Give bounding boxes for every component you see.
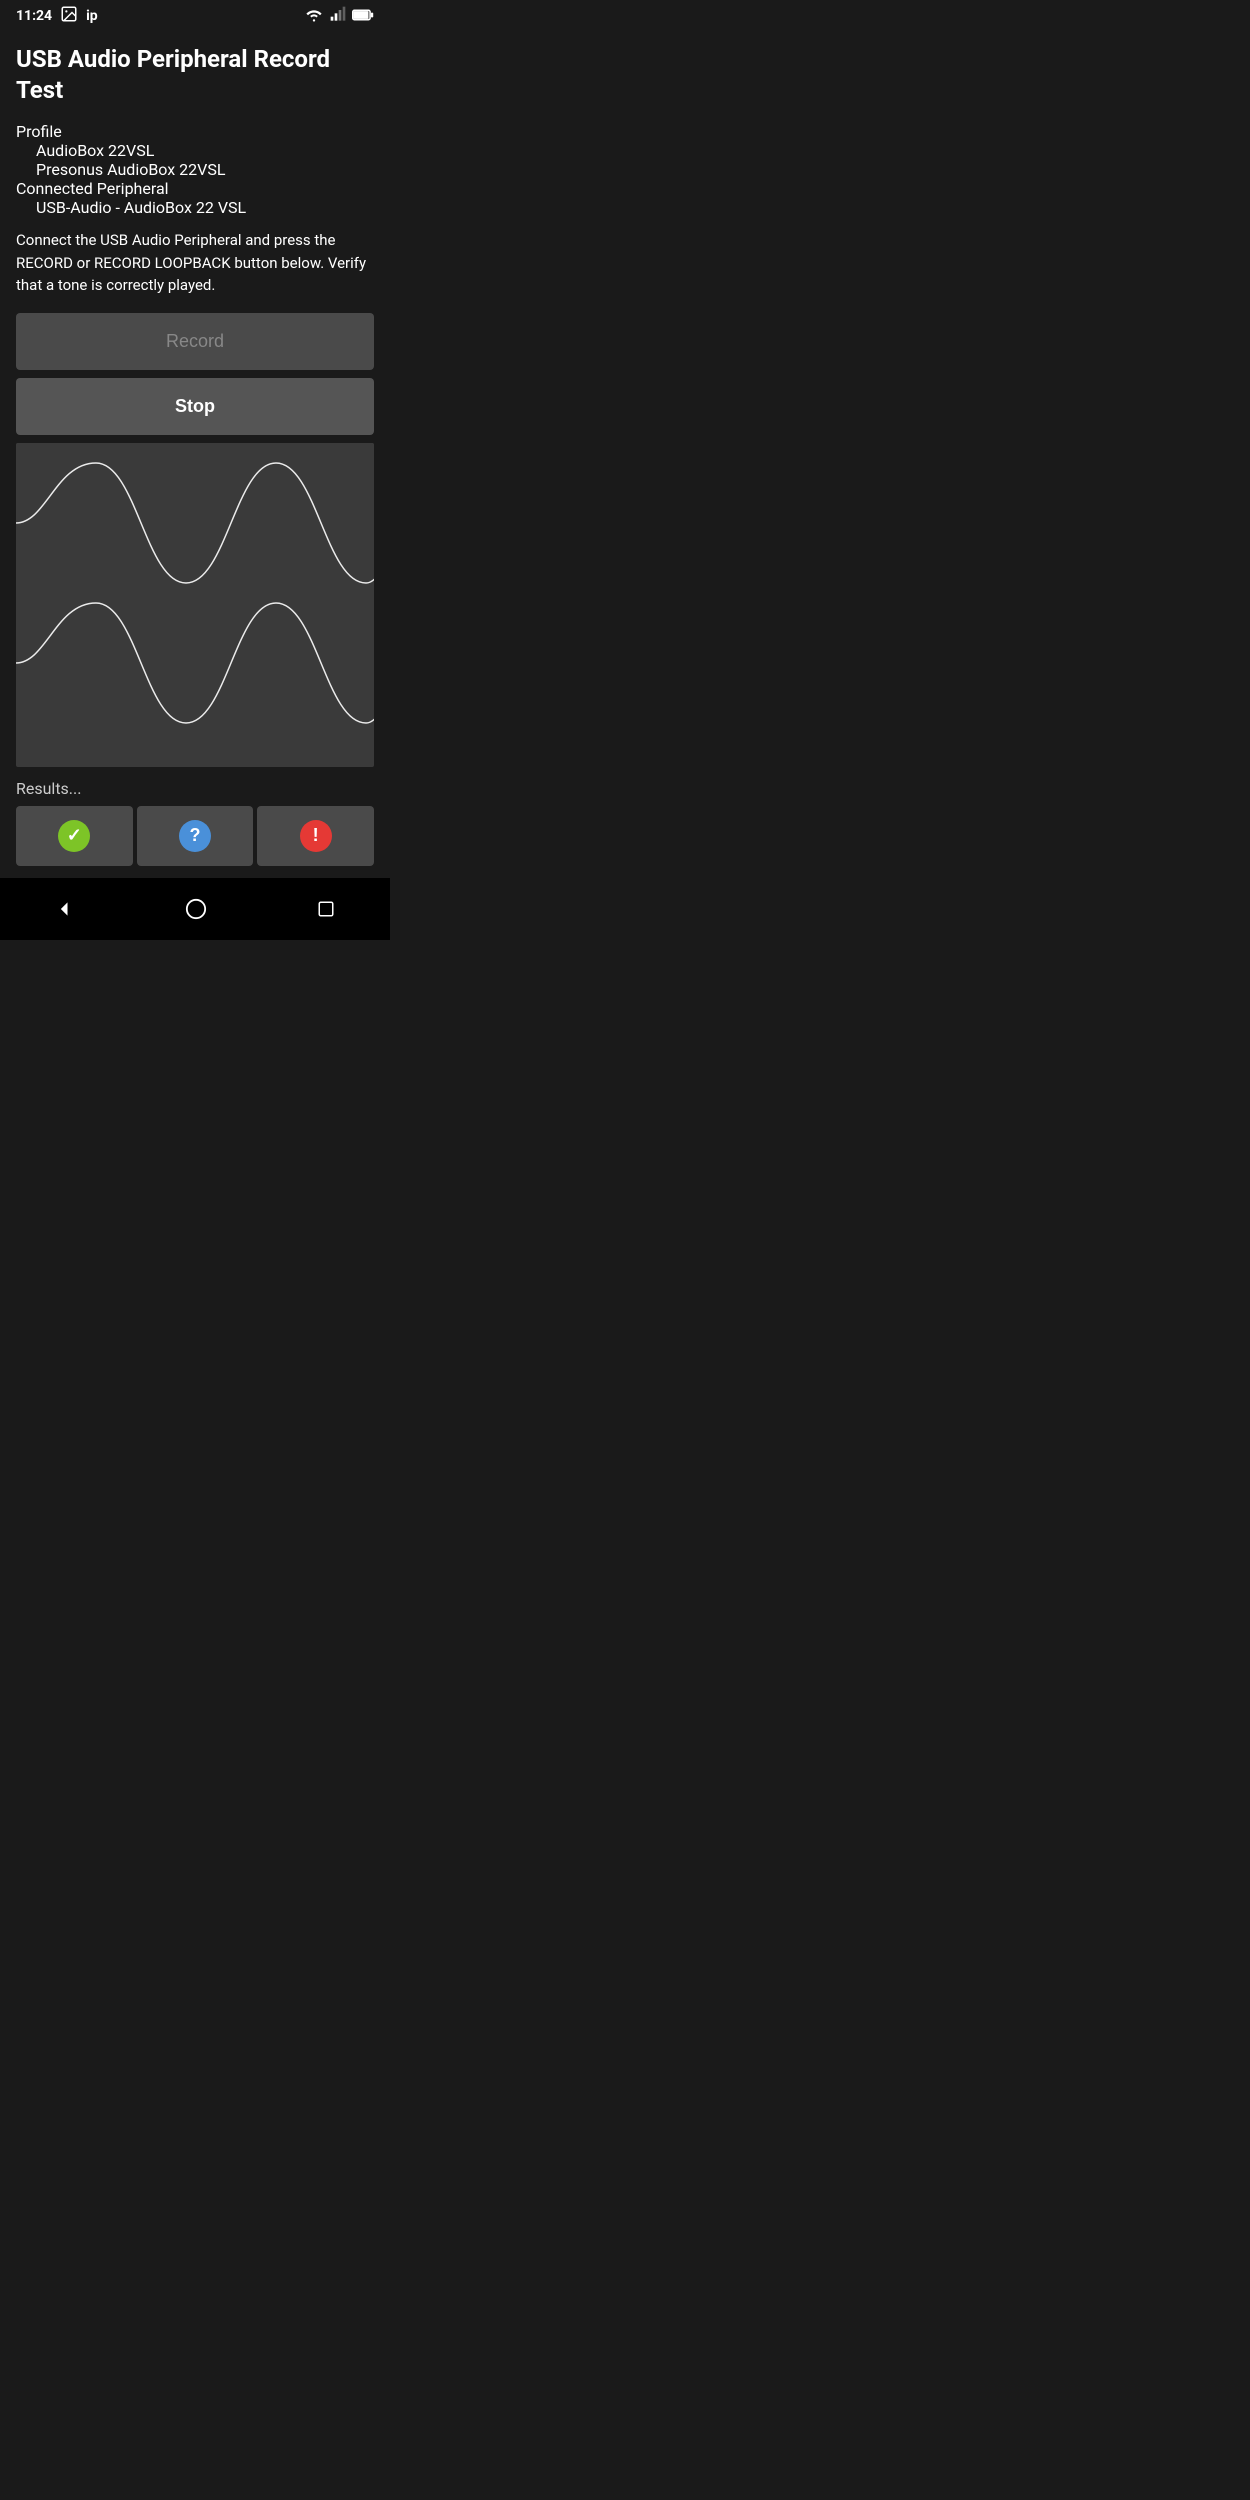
- result-exclaim-button[interactable]: !: [257, 806, 374, 866]
- results-label: Results...: [16, 779, 374, 798]
- status-bar: 11:24 ip: [0, 0, 390, 32]
- battery-icon: [352, 7, 374, 26]
- back-button[interactable]: [35, 891, 95, 927]
- network-label: ip: [86, 8, 98, 24]
- stop-button[interactable]: Stop: [16, 378, 374, 435]
- page-title: USB Audio Peripheral Record Test: [16, 44, 374, 106]
- result-check-button[interactable]: ✓: [16, 806, 133, 866]
- description-text: Connect the USB Audio Peripheral and pre…: [16, 229, 374, 297]
- signal-icon: [330, 6, 346, 26]
- check-icon: ✓: [58, 820, 90, 852]
- profile-label: Profile: [16, 122, 374, 141]
- result-question-button[interactable]: ?: [137, 806, 254, 866]
- home-button[interactable]: [165, 890, 227, 928]
- full-page: 11:24 ip: [0, 0, 390, 940]
- profile-section: Profile AudioBox 22VSL Presonus AudioBox…: [16, 122, 374, 217]
- main-content: USB Audio Peripheral Record Test Profile…: [0, 32, 390, 878]
- question-icon: ?: [179, 820, 211, 852]
- clock: 11:24: [16, 8, 52, 24]
- recent-button[interactable]: [297, 892, 355, 926]
- audiobox-name: AudioBox 22VSL: [16, 141, 374, 160]
- peripheral-label: Connected Peripheral: [16, 179, 374, 198]
- device-name: USB-Audio - AudioBox 22 VSL: [16, 198, 374, 217]
- image-icon: [60, 5, 78, 27]
- status-right: [304, 6, 374, 26]
- waveform-display: [16, 443, 374, 767]
- presonus-name: Presonus AudioBox 22VSL: [16, 160, 374, 179]
- nav-bar: [0, 878, 390, 940]
- record-button[interactable]: Record: [16, 313, 374, 370]
- wifi-icon: [304, 6, 324, 26]
- status-left: 11:24 ip: [16, 5, 98, 27]
- exclaim-icon: !: [300, 820, 332, 852]
- results-buttons: ✓ ? !: [16, 806, 374, 866]
